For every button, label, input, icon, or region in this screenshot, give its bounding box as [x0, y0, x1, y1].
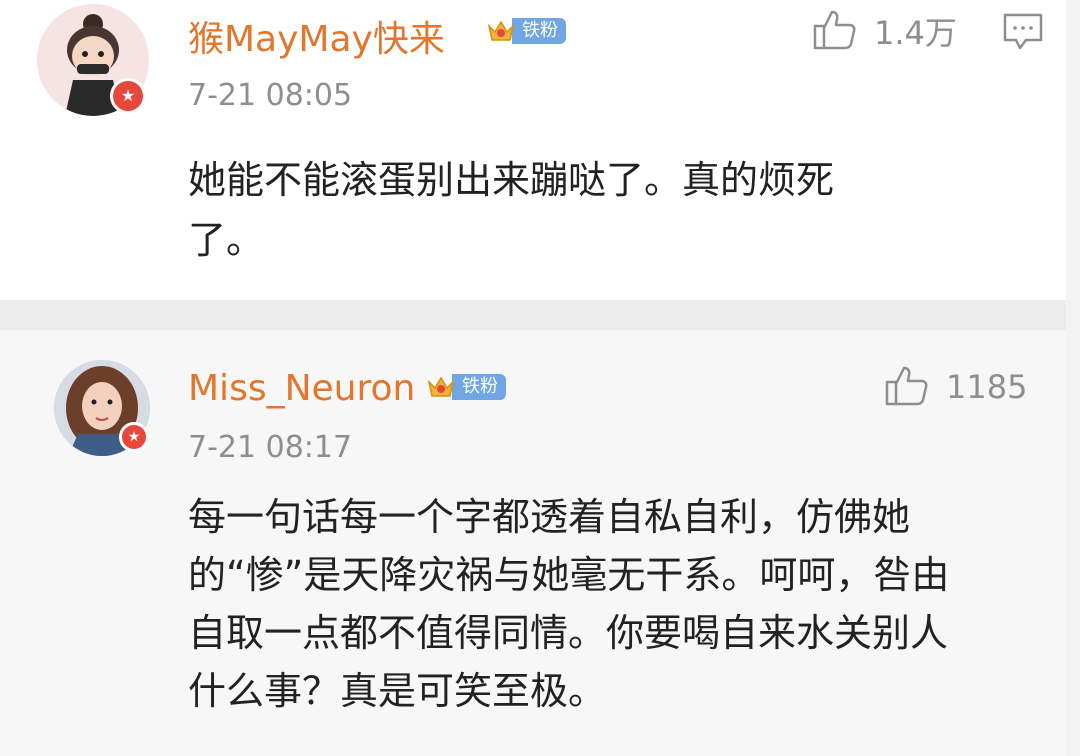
like-button[interactable]: 1.4万: [812, 6, 957, 56]
fan-badge: 铁粉: [486, 14, 566, 48]
like-count: 1.4万: [874, 14, 957, 52]
reply-icon[interactable]: [1002, 12, 1044, 52]
comment-text-line: 了。: [188, 218, 265, 262]
like-button[interactable]: 1185: [884, 362, 1027, 412]
comment-text: 她能不能滚蛋别出来蹦哒了。真的烦死 了。: [188, 150, 1008, 270]
fan-badge-label: 铁粉: [512, 18, 566, 44]
comment-text-line: 的“惨”是天降灾祸与她毫无干系。呵呵，咎由: [188, 553, 950, 597]
verified-star-icon: ★: [110, 78, 146, 114]
fan-badge-label: 铁粉: [452, 374, 506, 400]
comment-divider: [0, 300, 1066, 330]
scrollbar[interactable]: [1066, 0, 1080, 756]
username[interactable]: Miss_Neuron: [188, 368, 415, 409]
comment-text: 每一句话每一个字都透着自私自利，仿佛她 的“惨”是天降灾祸与她毫无干系。呵呵，咎…: [188, 488, 1008, 720]
comment-text-line: 什么事？真是可笑至极。: [188, 669, 607, 713]
thumbs-up-icon: [884, 362, 930, 412]
comment-text-line: 每一句话每一个字都透着自私自利，仿佛她: [188, 495, 911, 539]
timestamp: 7-21 08:05: [188, 78, 353, 113]
like-count: 1185: [946, 368, 1028, 406]
comment-text-line: 她能不能滚蛋别出来蹦哒了。真的烦死: [188, 158, 835, 202]
comment-text-line: 自取一点都不值得同情。你要喝自来水关别人: [188, 611, 949, 655]
thumbs-up-icon: [812, 6, 858, 56]
timestamp: 7-21 08:17: [188, 430, 353, 465]
comment-card: ★ 猴MayMay快来 铁粉 7-21 08:05 她能不能滚蛋别出来蹦哒了。真…: [0, 0, 1066, 300]
verified-star-icon: ★: [119, 422, 149, 452]
fan-badge: 铁粉: [426, 370, 506, 404]
username[interactable]: 猴MayMay快来: [188, 10, 445, 62]
comment-card: ★ Miss_Neuron 铁粉 7-21 08:17 每一句话每一个字都透着自…: [0, 330, 1066, 756]
crown-icon: [426, 372, 456, 402]
crown-icon: [486, 16, 516, 46]
